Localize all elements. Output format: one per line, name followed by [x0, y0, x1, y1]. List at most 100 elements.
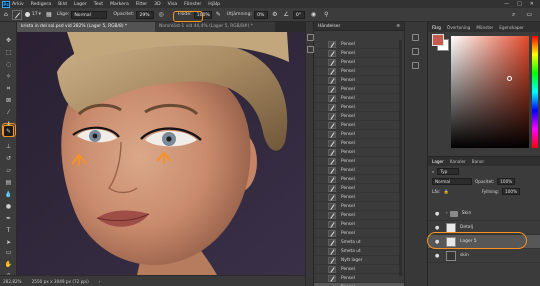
history-panel-title[interactable]: Händelser: [318, 24, 340, 29]
frame-tool-icon[interactable]: ⊠: [3, 96, 14, 106]
quick-select-tool-icon[interactable]: ✧: [3, 72, 14, 82]
eraser-tool-icon[interactable]: ▱: [3, 166, 14, 176]
status-menu-icon[interactable]: ›: [99, 279, 101, 284]
history-row[interactable]: Pensel: [314, 211, 405, 220]
history-row[interactable]: Pensel: [314, 58, 405, 67]
marquee-tool-icon[interactable]: ⬚: [3, 48, 14, 58]
history-row[interactable]: Pensel: [314, 139, 405, 148]
type-tool-icon[interactable]: T: [3, 226, 14, 236]
history-row[interactable]: Pensel: [314, 103, 405, 112]
pressure-size-icon[interactable]: ◉: [311, 11, 316, 18]
history-row[interactable]: Pensel: [314, 76, 405, 85]
foreground-color-swatch[interactable]: [432, 34, 444, 46]
adjustments-panel-icon[interactable]: [412, 48, 419, 55]
airbrush-icon[interactable]: ✎: [216, 11, 221, 18]
properties-panel-icon[interactable]: [412, 62, 419, 69]
eyedropper-tool-icon[interactable]: ⁄: [3, 108, 14, 118]
tab-document-inactive[interactable]: Namnlöst-1 vid 44,4% (Lager 5, RGB/8#) *: [155, 22, 275, 32]
tab-overtoning[interactable]: Övertoning: [447, 25, 470, 30]
shape-tool-icon[interactable]: ▭: [3, 248, 14, 258]
lock-icon[interactable]: 🔒: [444, 189, 449, 195]
menu-item-visa[interactable]: Visa: [168, 2, 178, 7]
history-row[interactable]: Pensel: [314, 67, 405, 76]
close-icon[interactable]: ✕: [530, 1, 534, 7]
menu-item-filter[interactable]: Filter: [136, 2, 147, 7]
dodge-tool-icon[interactable]: ●: [3, 202, 14, 212]
tab-kanaler[interactable]: Kanaler: [450, 159, 466, 164]
eye-icon[interactable]: ●: [435, 253, 441, 259]
history-scrollbar[interactable]: [399, 40, 402, 276]
menu-item-bild[interactable]: Bild: [58, 2, 67, 7]
history-row[interactable]: Smeta ut: [314, 238, 405, 247]
blend-mode-select[interactable]: Normal: [432, 178, 472, 185]
smoothing-settings-icon[interactable]: ⚙: [272, 11, 277, 18]
history-row[interactable]: Pensel: [314, 202, 405, 211]
angle-input[interactable]: 0°: [292, 10, 305, 19]
pen-tool-icon[interactable]: ✒: [3, 214, 14, 224]
fill-input[interactable]: 100%: [502, 188, 521, 195]
history-row[interactable]: Pensel: [314, 148, 405, 157]
minimize-icon[interactable]: —: [504, 1, 509, 7]
menu-item-arkiv[interactable]: Arkiv: [12, 2, 24, 7]
history-row[interactable]: Pensel: [314, 94, 405, 103]
history-row[interactable]: Pensel: [314, 166, 405, 175]
hand-tool-icon[interactable]: ✋: [3, 260, 14, 270]
opacity-input[interactable]: 29%: [136, 10, 155, 19]
menu-item-3d[interactable]: 3D: [154, 2, 160, 7]
history-row[interactable]: Pensel: [314, 193, 405, 202]
history-row[interactable]: Pensel: [314, 229, 405, 238]
zoom-level[interactable]: 282,82%: [3, 279, 22, 284]
history-row[interactable]: Pensel: [314, 175, 405, 184]
history-row[interactable]: Nytt lager: [314, 256, 405, 265]
stamp-tool-icon[interactable]: ⊥: [3, 142, 14, 152]
history-brush-tool-icon[interactable]: ↺: [3, 154, 14, 164]
mode-select[interactable]: Normal: [71, 10, 108, 19]
tab-monster[interactable]: Mönster: [476, 25, 493, 30]
menu-item-lager[interactable]: Lager: [74, 2, 87, 7]
tab-lager[interactable]: Lager: [432, 159, 444, 164]
history-row[interactable]: Pensel: [314, 274, 405, 283]
layer-row[interactable]: ● skin: [428, 249, 540, 263]
eye-icon[interactable]: ●: [435, 211, 441, 217]
lasso-tool-icon[interactable]: ◌: [3, 60, 14, 70]
history-row[interactable]: Pensel: [314, 130, 405, 139]
history-row[interactable]: Pensel: [314, 265, 405, 274]
path-select-tool-icon[interactable]: ➤: [3, 238, 14, 248]
menu-item-markera[interactable]: Markera: [110, 2, 129, 7]
saturation-brightness-field[interactable]: [451, 36, 529, 148]
document-canvas[interactable]: [17, 32, 313, 275]
history-row[interactable]: Pensel: [314, 121, 405, 130]
actions-panel-icon[interactable]: [307, 46, 314, 53]
history-row[interactable]: Pensel: [314, 85, 405, 94]
tab-egenskaper[interactable]: Egenskaper: [499, 25, 524, 30]
layer-opacity-input[interactable]: 100%: [497, 178, 516, 185]
crop-tool-icon[interactable]: ⌗: [3, 84, 14, 94]
color-picker-ring[interactable]: [507, 76, 512, 81]
hue-slider[interactable]: [532, 36, 538, 148]
tab-farg[interactable]: Färg: [432, 25, 441, 30]
tab-banor[interactable]: Banor: [472, 159, 484, 164]
gradient-tool-icon[interactable]: ▤: [3, 178, 14, 188]
history-row[interactable]: Smeta ut: [314, 247, 405, 256]
layer-row[interactable]: ● › Skin: [428, 207, 540, 221]
menu-item-fonster[interactable]: Fönster: [184, 2, 201, 7]
history-row[interactable]: Pensel: [314, 220, 405, 229]
panel-menu-icon[interactable]: ≡: [396, 24, 400, 29]
chevron-right-icon[interactable]: ›: [446, 211, 448, 216]
brush-preset-icon[interactable]: [11, 9, 22, 20]
smoothing-input[interactable]: 0%: [254, 10, 269, 19]
swatches-panel-icon[interactable]: [412, 34, 419, 41]
layer-filter-select[interactable]: Typ: [437, 168, 460, 175]
history-row[interactable]: Pensel: [314, 157, 405, 166]
workspace-icon[interactable]: ▭: [526, 11, 532, 18]
menu-item-redigera[interactable]: Redigera: [31, 2, 51, 7]
pressure-opacity-icon[interactable]: ◎: [158, 11, 163, 18]
home-icon[interactable]: ⌂: [4, 11, 8, 18]
history-row[interactable]: Pensel: [314, 112, 405, 121]
search-icon[interactable]: ⌕: [512, 11, 515, 19]
move-tool-icon[interactable]: ✥: [3, 36, 14, 46]
history-row[interactable]: Pensel: [314, 40, 405, 49]
history-panel-icon[interactable]: [307, 34, 314, 41]
history-row[interactable]: Pensel: [314, 184, 405, 193]
tab-document-active[interactable]: krista in del sol.psd vid 282% (Lager 5,…: [17, 22, 155, 32]
